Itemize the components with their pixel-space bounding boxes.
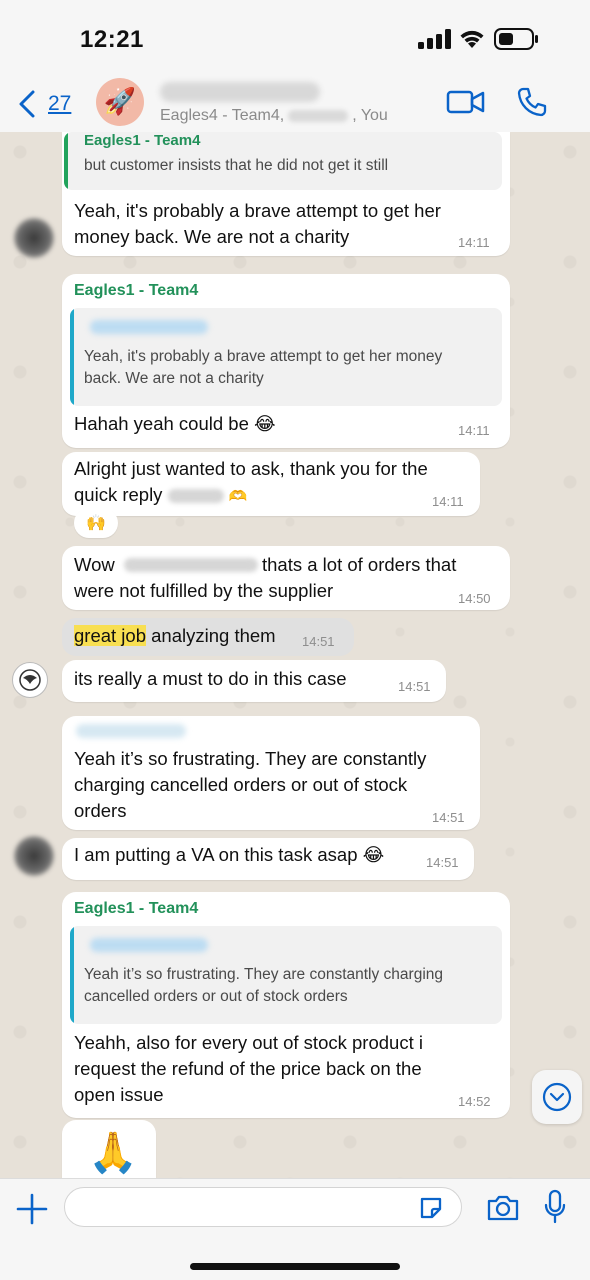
- quoted-message[interactable]: Yeah, it's probably a brave attempt to g…: [70, 308, 502, 406]
- members-suffix: , You: [352, 107, 388, 124]
- raised-hands-icon: 🙌: [86, 513, 106, 532]
- quote-text: cancelled orders or out of stock orders: [84, 988, 348, 1005]
- message-bubble[interactable]: its really a must to do in this case 14:…: [62, 660, 446, 702]
- heart-hands-emoji-icon: 🫶: [228, 487, 248, 505]
- message-bubble-own[interactable]: great job analyzing them 14:51: [62, 618, 354, 656]
- message-text: I am putting a VA on this task asap 😂: [74, 842, 384, 869]
- message-text-span: analyzing them: [146, 625, 276, 646]
- message-time: 14:11: [458, 423, 490, 438]
- laughing-emoji-icon: 😂: [254, 414, 276, 435]
- message-time: 14:11: [458, 235, 490, 250]
- message-text: were not fulfilled by the supplier: [74, 580, 334, 601]
- message-bubble[interactable]: 🙏: [62, 1120, 156, 1178]
- message-text: Yeah it’s so frustrating. They are const…: [74, 748, 427, 769]
- quote-sender-redacted: [90, 938, 208, 952]
- name-redacted: [124, 558, 258, 572]
- home-indicator[interactable]: [190, 1263, 400, 1270]
- message-text: Wow: [74, 554, 115, 575]
- input-bar: [0, 1178, 590, 1280]
- sender-avatar-redacted[interactable]: [14, 218, 54, 258]
- eagle-logo-icon: [19, 669, 41, 691]
- message-text: its really a must to do in this case: [74, 668, 347, 689]
- signal-icon: [418, 29, 451, 49]
- sender-name: Eagles1 - Team4: [74, 900, 199, 917]
- name-redacted: [167, 489, 224, 504]
- message-text: request the refund of the price back on …: [74, 1058, 422, 1079]
- chat-header: 27 🚀 Eagles4 - Team4, , You: [0, 70, 590, 134]
- sender-avatar[interactable]: [12, 662, 48, 698]
- battery-icon: [494, 28, 538, 50]
- message-time: 14:51: [432, 810, 465, 825]
- message-bubble[interactable]: I am putting a VA on this task asap 😂 14…: [62, 838, 474, 880]
- message-time: 14:51: [426, 855, 459, 870]
- message-time: 14:50: [458, 591, 491, 606]
- message-text: Yeahh, also for every out of stock produ…: [74, 1032, 423, 1053]
- sticker-icon[interactable]: [418, 1195, 444, 1221]
- group-name-redacted[interactable]: [160, 82, 320, 102]
- sender-name-redacted: [76, 724, 186, 738]
- message-time: 14:11: [432, 494, 464, 509]
- folded-hands-emoji-icon: 🙏: [88, 1130, 138, 1176]
- quote-text: Yeah, it's probably a brave attempt to g…: [84, 348, 443, 365]
- message-bubble[interactable]: Eagles1 - Team4 Yeah, it's probably a br…: [62, 274, 510, 448]
- message-text: Yeah, it's probably a brave attempt to g…: [74, 200, 441, 221]
- sender-name: Eagles1 - Team4: [74, 282, 199, 299]
- group-avatar[interactable]: 🚀: [96, 78, 144, 126]
- message-text: quick reply 🫶: [74, 482, 247, 509]
- quote-sender-redacted: [90, 320, 208, 334]
- highlighted-text: great job: [74, 625, 146, 646]
- member-name-redacted: [288, 109, 349, 122]
- message-time: 14:52: [458, 1094, 491, 1109]
- camera-icon[interactable]: [486, 1193, 520, 1223]
- sender-avatar-redacted[interactable]: [14, 836, 54, 876]
- message-text: money back. We are not a charity: [74, 226, 350, 247]
- message-text-span: I am putting a VA on this task asap: [74, 844, 358, 865]
- message-time: 14:51: [398, 679, 431, 694]
- quote-bar: [70, 308, 74, 406]
- back-chevron-icon[interactable]: [18, 90, 36, 118]
- message-input[interactable]: [64, 1187, 462, 1227]
- quote-bar: [70, 926, 74, 1024]
- message-bubble[interactable]: Wow thats a lot of orders that were not …: [62, 546, 510, 610]
- members-prefix: Eagles4 - Team4,: [160, 107, 285, 124]
- quote-sender: Eagles1 - Team4: [84, 132, 201, 149]
- scroll-down-icon: [542, 1082, 572, 1112]
- wifi-icon: [460, 30, 484, 48]
- message-text-span: Hahah yeah could be: [74, 413, 249, 434]
- microphone-icon[interactable]: [544, 1189, 566, 1225]
- quote-bar: [64, 132, 68, 190]
- message-text: Hahah yeah could be 😂: [74, 411, 276, 438]
- message-text: open issue: [74, 1084, 164, 1105]
- reaction-badge[interactable]: 🙌: [74, 508, 118, 538]
- message-text: great job analyzing them: [74, 623, 276, 649]
- message-bubble[interactable]: Alright just wanted to ask, thank you fo…: [62, 452, 480, 516]
- quote-text: Yeah it’s so frustrating. They are const…: [84, 966, 444, 983]
- quoted-message[interactable]: Yeah it’s so frustrating. They are const…: [70, 926, 502, 1024]
- quote-text: back. We are not a charity: [84, 370, 264, 387]
- video-call-icon[interactable]: [446, 88, 486, 116]
- message-text-span: quick reply: [74, 484, 163, 505]
- phone-icon[interactable]: [516, 86, 548, 118]
- message-text: charging cancelled orders or out of stoc…: [74, 774, 408, 795]
- status-time: 12:21: [80, 26, 144, 53]
- message-bubble[interactable]: Yeah it’s so frustrating. They are const…: [62, 716, 480, 830]
- quoted-message[interactable]: Eagles1 - Team4 but customer insists tha…: [64, 132, 502, 190]
- quote-text: but customer insists that he did not get…: [84, 157, 389, 174]
- message-bubble[interactable]: Eagles1 - Team4 Yeah it’s so frustrating…: [62, 892, 510, 1118]
- message-text: orders: [74, 800, 127, 821]
- message-bubble[interactable]: Eagles1 - Team4 but customer insists tha…: [62, 132, 510, 256]
- status-bar: 12:21: [0, 0, 590, 70]
- message-text: Alright just wanted to ask, thank you fo…: [74, 458, 428, 479]
- group-members[interactable]: Eagles4 - Team4, , You: [160, 107, 388, 125]
- unread-count-link[interactable]: 27: [48, 92, 71, 116]
- laughing-emoji-icon: 😂: [362, 845, 385, 866]
- scroll-down-button[interactable]: [532, 1070, 582, 1124]
- rocket-icon: 🚀: [103, 87, 137, 117]
- message-text: thats a lot of orders that: [262, 554, 457, 575]
- message-time: 14:51: [302, 634, 335, 649]
- plus-icon[interactable]: [16, 1193, 48, 1225]
